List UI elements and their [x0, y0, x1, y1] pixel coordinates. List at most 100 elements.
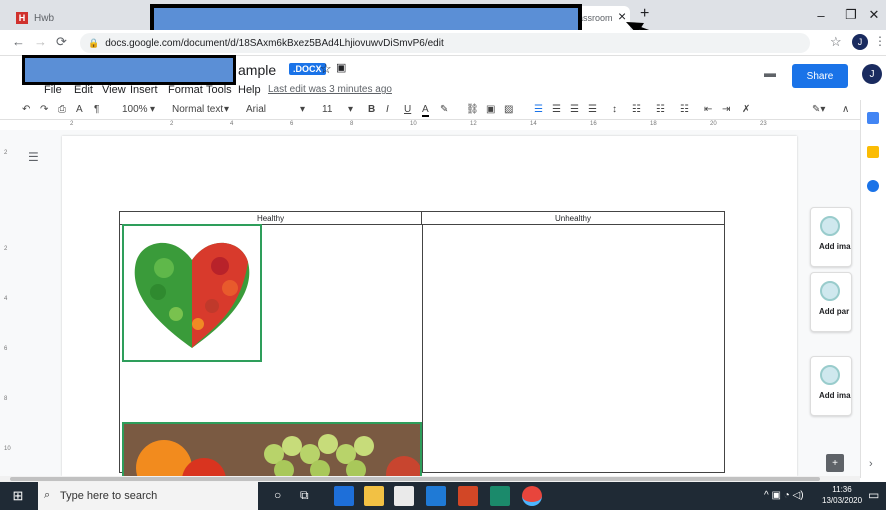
heart-fruit-veg-image[interactable]	[122, 224, 262, 362]
menu-tools[interactable]: Tools	[206, 84, 232, 96]
ruler-mark: 20	[710, 121, 717, 127]
chevron-down-icon: ▾	[348, 104, 354, 115]
avatar	[820, 216, 840, 236]
comment-icon[interactable]: ▣	[486, 104, 495, 115]
scrollbar-thumb[interactable]	[10, 477, 820, 481]
zoom-select[interactable]: 100%	[122, 104, 148, 115]
taskbar-search-input[interactable]: ⌕ Type here to search	[38, 482, 258, 510]
undo-icon[interactable]: ↶	[22, 104, 30, 115]
vertical-ruler[interactable]: 2 2 4 6 8 10	[0, 136, 14, 476]
explore-card[interactable]: Add ima	[810, 207, 852, 267]
line-spacing-icon[interactable]: ↕	[612, 104, 617, 115]
tasks-icon[interactable]	[867, 180, 879, 192]
store-icon[interactable]	[394, 486, 414, 506]
file-explorer-icon[interactable]	[364, 486, 384, 506]
ruler-mark: 10	[410, 121, 417, 127]
notifications-icon[interactable]: ▭	[868, 488, 879, 502]
decrease-indent-icon[interactable]: ⇤	[704, 104, 712, 115]
italic-button[interactable]: I	[386, 104, 389, 115]
chrome-icon[interactable]	[522, 486, 542, 506]
mail-icon[interactable]	[426, 486, 446, 506]
add-comment-icon[interactable]: +	[826, 454, 844, 472]
docs-user-avatar[interactable]: J	[862, 64, 882, 84]
explore-card[interactable]: Add par	[810, 272, 852, 332]
horizontal-ruler[interactable]: 2 2 4 6 8 10 12 14 16 18 20 23	[60, 120, 795, 130]
outline-icon[interactable]: ☰	[28, 150, 39, 164]
back-icon[interactable]: ←	[12, 34, 25, 49]
document-title[interactable]: ample	[238, 62, 276, 78]
ruler-mark: 4	[4, 296, 8, 302]
collapse-icon[interactable]: ∧	[842, 104, 849, 115]
clock[interactable]: 11:36 13/03/2020	[822, 484, 862, 506]
table-header-unhealthy[interactable]: Unhealthy	[422, 212, 724, 225]
menu-format[interactable]: Format	[168, 84, 203, 96]
ruler-mark: 4	[230, 121, 234, 127]
clear-formatting-icon[interactable]: ✗	[742, 104, 750, 115]
redo-icon[interactable]: ↷	[40, 104, 48, 115]
system-tray-icons[interactable]: ^ ▣ ◔ ◁)	[764, 490, 804, 501]
url-text: docs.google.com/document/d/18SAxm6kBxez5…	[105, 37, 444, 49]
task-view-icon[interactable]: ⧉	[300, 488, 309, 503]
explore-card[interactable]: Add ima	[810, 356, 852, 416]
star-icon[interactable]: ☆	[320, 61, 332, 77]
menu-insert[interactable]: Insert	[130, 84, 158, 96]
powerpoint-icon[interactable]	[458, 486, 478, 506]
menu-view[interactable]: View	[102, 84, 126, 96]
paint-format-icon[interactable]: ¶	[94, 104, 99, 115]
align-right-icon[interactable]: ☰	[570, 104, 579, 115]
fruit-photo-image[interactable]	[122, 422, 422, 476]
ruler-mark: 8	[4, 396, 8, 402]
bulleted-list-icon[interactable]: ☷	[680, 104, 689, 115]
edge-icon[interactable]	[334, 486, 354, 506]
clock-time: 11:36	[832, 485, 852, 494]
card-label: Add par	[819, 307, 850, 316]
ruler-mark: 14	[530, 121, 537, 127]
align-left-icon[interactable]: ☰	[534, 104, 543, 115]
chrome-menu-icon[interactable]: ⋮	[874, 34, 886, 48]
numbered-list-icon[interactable]: ☷	[656, 104, 665, 115]
ruler-mark: 23	[760, 121, 767, 127]
link-icon[interactable]: ⛓	[466, 104, 479, 115]
heart-illustration	[134, 242, 250, 348]
bold-button[interactable]: B	[368, 104, 375, 115]
align-justify-icon[interactable]: ☰	[588, 104, 597, 115]
image-icon[interactable]: ▨	[504, 104, 513, 115]
ruler-mark: 2	[4, 246, 8, 252]
expand-panel-icon[interactable]: ›	[869, 458, 873, 470]
highlight-icon[interactable]: ✎	[440, 104, 448, 115]
last-edit-link[interactable]: Last edit was 3 minutes ago	[268, 84, 392, 95]
reload-icon[interactable]: ⟳	[56, 34, 67, 50]
profile-avatar[interactable]: J	[852, 34, 868, 50]
text-color-button[interactable]: A	[422, 104, 429, 117]
card-label: Add ima	[819, 391, 851, 400]
tab-hwb[interactable]: H Hwb	[16, 6, 54, 30]
underline-button[interactable]: U	[404, 104, 411, 115]
calendar-icon[interactable]	[867, 112, 879, 124]
address-bar[interactable]: 🔒 docs.google.com/document/d/18SAxm6kBxe…	[80, 33, 810, 53]
checklist-icon[interactable]: ☷	[632, 104, 641, 115]
keep-icon[interactable]	[867, 146, 879, 158]
menu-edit[interactable]: Edit	[74, 84, 93, 96]
font-size-select[interactable]: 11	[322, 104, 332, 115]
ruler-mark: 16	[590, 121, 597, 127]
tab-label: Hwb	[34, 12, 55, 24]
increase-indent-icon[interactable]: ⇥	[722, 104, 730, 115]
windows-start-icon[interactable]: ⊞	[10, 488, 26, 504]
bookmark-star-icon[interactable]: ☆	[830, 34, 842, 50]
ruler-mark: 8	[350, 121, 354, 127]
publisher-icon[interactable]	[490, 486, 510, 506]
spellcheck-icon[interactable]: A	[76, 104, 83, 115]
share-button[interactable]: Share	[792, 64, 848, 88]
align-center-icon[interactable]: ☰	[552, 104, 561, 115]
comments-icon[interactable]: ▬	[764, 66, 776, 80]
menu-help[interactable]: Help	[238, 84, 261, 96]
search-icon: ⌕	[44, 489, 51, 501]
font-select[interactable]: Arial	[246, 104, 266, 115]
move-folder-icon[interactable]: ▣	[336, 61, 346, 74]
menu-file[interactable]: File	[44, 84, 62, 96]
forward-icon[interactable]: →	[34, 34, 47, 49]
style-select[interactable]: Normal text	[172, 104, 223, 115]
print-icon[interactable]: ⎙	[58, 104, 66, 115]
cortana-icon[interactable]: ○	[274, 488, 281, 502]
editing-mode-icon[interactable]: ✎▾	[812, 104, 825, 115]
